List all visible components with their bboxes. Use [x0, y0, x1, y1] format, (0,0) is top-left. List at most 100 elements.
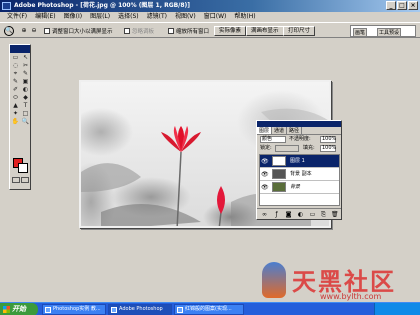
layer-row[interactable]: 👁 图层 1: [260, 155, 339, 168]
eye-icon[interactable]: 👁: [261, 184, 269, 191]
menu-select[interactable]: 选择(S): [114, 12, 143, 22]
menu-filter[interactable]: 滤镜(T): [143, 12, 171, 22]
ignore-palettes-checkbox[interactable]: [124, 28, 130, 34]
blend-row: 颜色 不透明度: 100%: [257, 135, 341, 144]
tab-brushes[interactable]: 画笔: [353, 28, 368, 37]
menu-file[interactable]: 文件(F): [3, 12, 31, 22]
new-layer-icon[interactable]: ⎘: [320, 211, 327, 218]
layer-name: 背景 副本: [290, 171, 312, 177]
magic-wand-tool-icon[interactable]: ✂: [21, 62, 30, 69]
close-button[interactable]: ×: [408, 1, 418, 10]
shape-tool-icon[interactable]: □: [21, 110, 30, 117]
blur-tool-icon[interactable]: ◆: [21, 94, 30, 101]
layer-style-icon[interactable]: ƒ: [273, 211, 280, 218]
lasso-tool-icon[interactable]: ◌: [11, 62, 20, 69]
print-size-button[interactable]: 打印尺寸: [283, 26, 316, 36]
menu-edit[interactable]: 编辑(E): [31, 12, 59, 22]
menu-window[interactable]: 窗口(W): [200, 12, 231, 22]
lock-options[interactable]: [275, 145, 299, 152]
lock-row: 锁定: 填充: 100%: [257, 144, 341, 153]
start-button[interactable]: 开始: [0, 303, 38, 315]
standard-mode-button[interactable]: [12, 177, 20, 183]
brush-tool-icon[interactable]: ✎: [11, 78, 20, 85]
fit-screen-button[interactable]: 满画布显示: [246, 26, 284, 36]
watermark-url: www.bylth.com: [320, 292, 382, 301]
blend-mode-select[interactable]: 颜色: [260, 136, 286, 143]
window-title: Adobe Photoshop - [荷花.jpg @ 100% (图层 1, …: [14, 2, 191, 9]
fill-input[interactable]: 100%: [320, 145, 336, 152]
windows-flag-icon: [3, 306, 10, 313]
ie-icon: [177, 307, 183, 313]
photoshop-icon: [2, 2, 11, 10]
toolbox-titlebar[interactable]: [10, 45, 30, 53]
layers-bottom-bar: ∞ ƒ ◙ ◐ ▭ ⎘ 🗑: [257, 208, 341, 219]
trash-icon[interactable]: 🗑: [331, 211, 339, 218]
site-logo: [262, 262, 286, 298]
title-bar: Adobe Photoshop - [荷花.jpg @ 100% (图层 1, …: [0, 0, 420, 12]
resize-windows-label: 调整窗口大小以满屏显示: [52, 29, 113, 35]
ie-icon: [45, 307, 51, 313]
tab-paths[interactable]: 路径: [287, 127, 303, 134]
slice-tool-icon[interactable]: ✎: [21, 70, 30, 77]
layer-row[interactable]: 👁 背景: [260, 181, 339, 194]
taskbar-item[interactable]: Adobe Photoshop: [108, 304, 172, 315]
eye-icon[interactable]: 👁: [261, 171, 269, 178]
taskbar-item-label: Adobe Photoshop: [119, 306, 163, 312]
zoom-all-windows-checkbox[interactable]: [168, 28, 174, 34]
tab-channels[interactable]: 通道: [272, 127, 288, 134]
tab-tool-presets[interactable]: 工具预设: [377, 28, 402, 37]
quickmask-mode-button[interactable]: [21, 177, 29, 183]
fill-label: 填充:: [303, 145, 315, 151]
menu-view[interactable]: 视图(V): [171, 12, 200, 22]
zoom-tool-icon[interactable]: 🔍: [21, 118, 30, 125]
opacity-label: 不透明度:: [289, 136, 311, 142]
eye-icon[interactable]: 👁: [261, 158, 269, 165]
type-tool-icon[interactable]: T: [21, 102, 30, 109]
start-label: 开始: [12, 305, 26, 313]
zoom-out-icon[interactable]: ⊖: [30, 27, 38, 35]
actual-pixels-button[interactable]: 实际像素: [214, 26, 247, 36]
layer-list: 👁 图层 1 👁 背景 副本 👁 背景: [259, 154, 340, 206]
ignore-palettes-label: 忽略调板: [132, 29, 155, 35]
crop-tool-icon[interactable]: ⌖: [11, 70, 20, 77]
lotus-flower: [161, 126, 201, 152]
tool-grid: ▭ ↖ ◌ ✂ ⌖ ✎ ✎ ▣ ✐ ◐ ⬭ ◆ ▲ T ✦ □ ✋ 🔍: [10, 53, 30, 126]
taskbar-item[interactable]: 红锦般的图案(实现...: [174, 304, 244, 315]
lock-label: 锁定:: [260, 145, 272, 151]
menu-layer[interactable]: 图层(L): [86, 12, 114, 22]
taskbar: 开始 Photoshop实例 教... Adobe Photoshop 红锦般的…: [0, 302, 420, 315]
hand-tool-icon[interactable]: ✋: [11, 118, 20, 125]
zoom-in-icon[interactable]: ⊕: [20, 27, 28, 35]
palette-well: 画笔 工具预设: [350, 25, 416, 37]
maximize-button[interactable]: □: [397, 1, 407, 10]
stamp-tool-icon[interactable]: ▣: [21, 78, 30, 85]
background-color-swatch[interactable]: [18, 163, 28, 173]
taskbar-item[interactable]: Photoshop实例 教...: [42, 304, 106, 315]
link-icon[interactable]: ∞: [261, 211, 268, 218]
gradient-tool-icon[interactable]: ⬭: [11, 94, 20, 101]
menu-help[interactable]: 帮助(H): [230, 12, 259, 22]
menu-bar: 文件(F) 编辑(E) 图像(I) 图层(L) 选择(S) 滤镜(T) 视图(V…: [0, 12, 420, 22]
resize-windows-checkbox[interactable]: [44, 28, 50, 34]
layer-row[interactable]: 👁 背景 副本: [260, 168, 339, 181]
zoom-tool-icon[interactable]: 🔍: [4, 26, 14, 36]
history-brush-tool-icon[interactable]: ✐: [11, 86, 20, 93]
pen-tool-icon[interactable]: ✦: [11, 110, 20, 117]
path-select-tool-icon[interactable]: ▲: [11, 102, 20, 109]
watermark: 天黑社区 www.bylth.com: [262, 262, 420, 302]
new-group-icon[interactable]: ▭: [309, 211, 316, 218]
tab-layers[interactable]: 图层: [257, 127, 273, 134]
eraser-tool-icon[interactable]: ◐: [21, 86, 30, 93]
menu-image[interactable]: 图像(I): [60, 12, 86, 22]
taskbar-item-label: 红锦般的图案(实现...: [185, 306, 232, 312]
layer-thumbnail: [272, 182, 286, 192]
system-tray: [374, 303, 420, 315]
adjustment-layer-icon[interactable]: ◐: [297, 211, 304, 218]
move-tool-icon[interactable]: ↖: [21, 54, 30, 61]
opacity-input[interactable]: 100%: [320, 136, 336, 143]
mask-icon[interactable]: ◙: [285, 211, 292, 218]
minimize-button[interactable]: _: [386, 1, 396, 10]
layer-thumbnail: [272, 156, 286, 166]
marquee-tool-icon[interactable]: ▭: [11, 54, 20, 61]
options-bar: 🔍 ⊕ ⊖ 调整窗口大小以满屏显示 忽略调板 缩放所有窗口 实际像素 满画布显示…: [0, 22, 420, 38]
